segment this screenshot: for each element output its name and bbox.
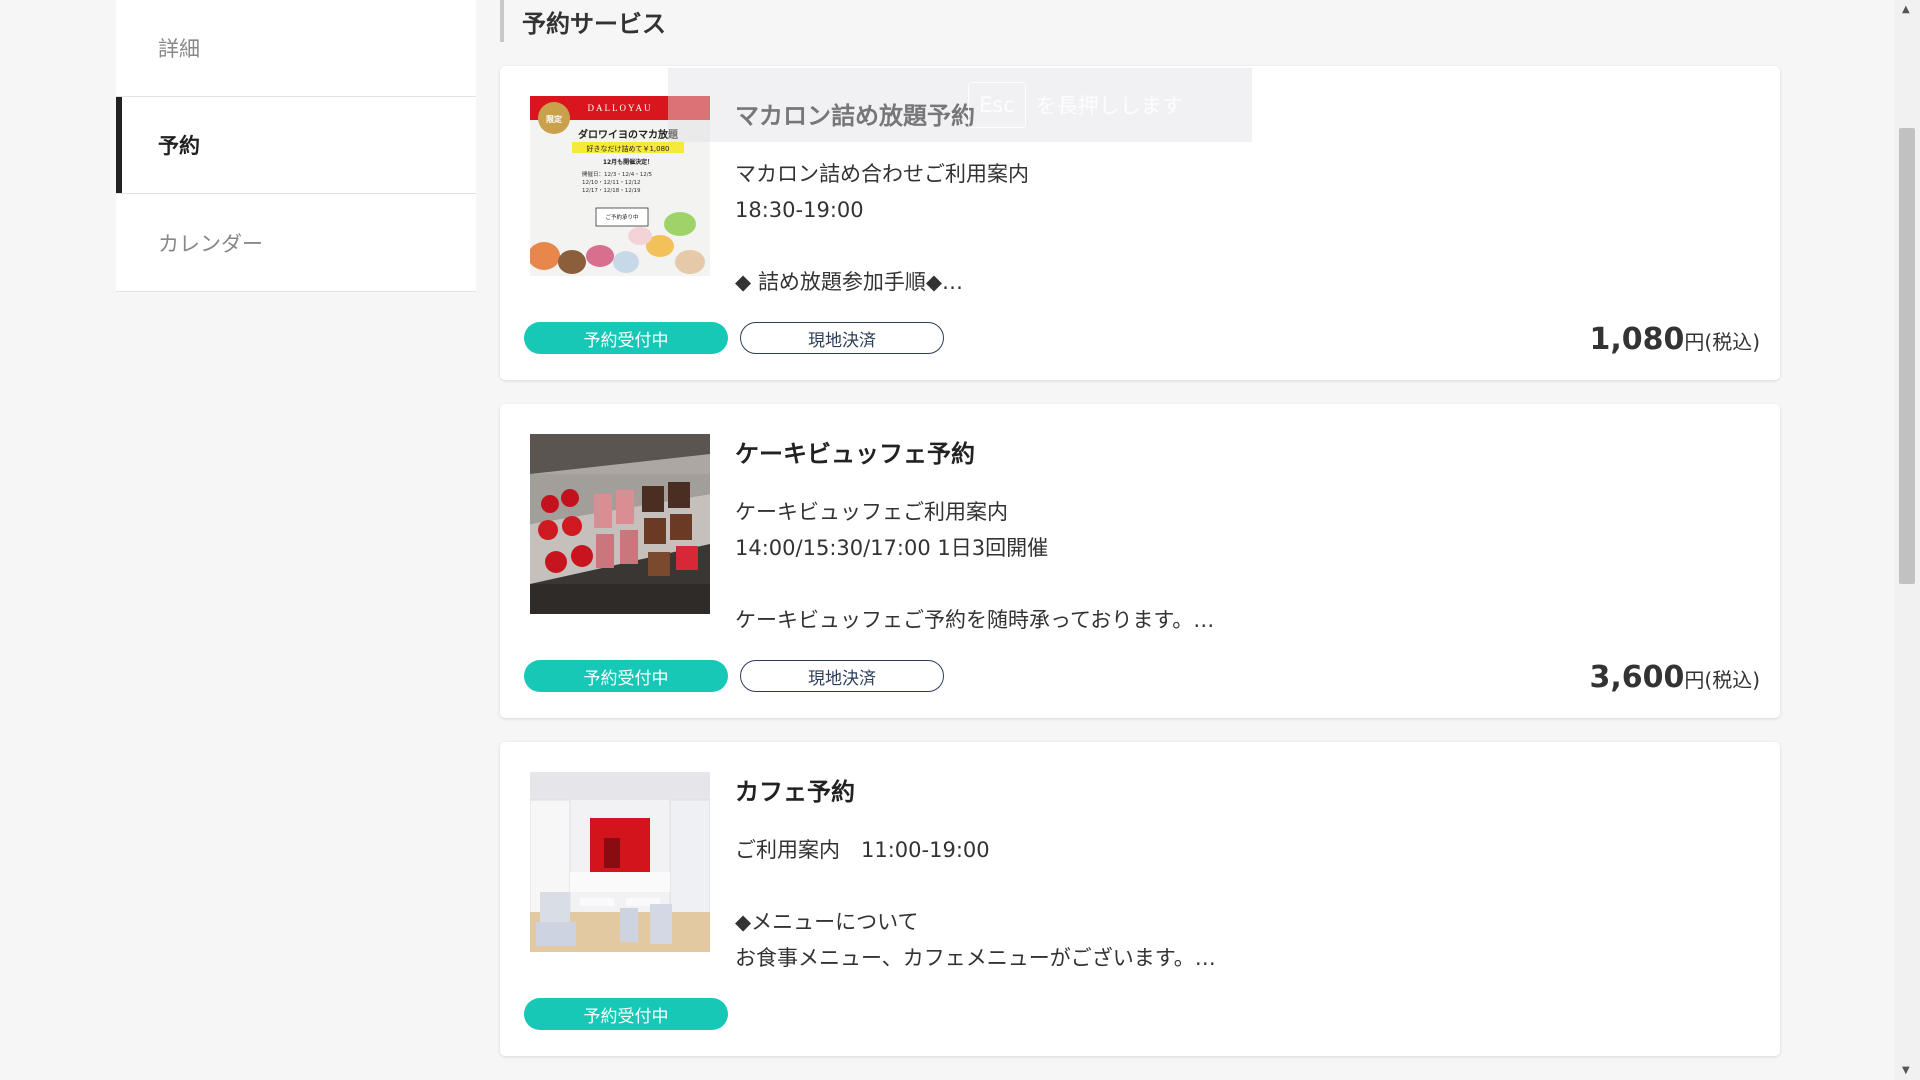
- service-thumbnail-cake-buffet[interactable]: [530, 434, 710, 614]
- flyer-brand: DALLOYAU: [588, 103, 653, 113]
- service-description: マカロン詰め合わせご利用案内 18:30-19:00 ◆ 詰め放題参加手順◆…: [735, 162, 1029, 294]
- service-description: ケーキビュッフェご利用案内 14:00/15:30/17:00 1日3回開催 ケ…: [735, 500, 1215, 632]
- price-unit: 円(税込): [1684, 668, 1760, 692]
- cake-showcase-image: [530, 434, 710, 614]
- scroll-up-arrow-icon[interactable]: ▲: [1902, 4, 1910, 15]
- sidebar-item-label: 詳細: [158, 37, 200, 61]
- flyer-button: ご予約承り中: [605, 213, 638, 221]
- scroll-down-arrow-icon[interactable]: ▼: [1902, 1065, 1910, 1076]
- sidebar-item-details[interactable]: 詳細: [116, 0, 476, 97]
- service-card-cake-buffet[interactable]: ケーキビュッフェ予約 ケーキビュッフェご利用案内 14:00/15:30/17:…: [500, 404, 1780, 718]
- cafe-interior-image: [530, 772, 710, 952]
- sidebar-nav: 詳細 予約 カレンダー: [116, 0, 476, 292]
- payment-badge: 現地決済: [740, 322, 944, 354]
- sidebar-item-calendar[interactable]: カレンダー: [116, 194, 476, 291]
- service-thumbnail-macaron[interactable]: DALLOYAU 限定 ダロワイヨのマカ放題 好きなだけ詰めて￥1,080 12…: [530, 96, 710, 276]
- service-title[interactable]: ケーキビュッフェ予約: [735, 434, 975, 469]
- flyer-sub: 好きなだけ詰めて￥1,080: [586, 144, 669, 153]
- status-badge: 予約受付中: [524, 660, 728, 692]
- sidebar-item-label: カレンダー: [158, 231, 263, 256]
- flyer-headline: ダロワイヨのマカ放題: [578, 128, 679, 141]
- badge-group: 予約受付中 現地決済: [524, 322, 944, 354]
- price-amount: 1,080: [1589, 322, 1685, 357]
- service-thumbnail-cafe[interactable]: [530, 772, 710, 952]
- badge-group: 予約受付中: [524, 998, 728, 1030]
- flyer-tag: 限定: [546, 114, 562, 124]
- macaron-flyer-image: DALLOYAU 限定 ダロワイヨのマカ放題 好きなだけ詰めて￥1,080 12…: [530, 96, 710, 276]
- payment-badge: 現地決済: [740, 660, 944, 692]
- service-title[interactable]: カフェ予約: [735, 772, 855, 807]
- badge-group: 予約受付中 現地決済: [524, 660, 944, 692]
- section-title: 予約サービス: [500, 0, 1780, 42]
- service-description: ご利用案内 11:00-19:00 ◆メニューについて お食事メニュー、カフェメ…: [735, 838, 1216, 970]
- service-card-macaron[interactable]: DALLOYAU 限定 ダロワイヨのマカ放題 好きなだけ詰めて￥1,080 12…: [500, 66, 1780, 380]
- page: 詳細 予約 カレンダー 予約サービス DALLOYAU 限定 ダロワイヨのマカ放…: [0, 0, 1920, 1080]
- status-badge: 予約受付中: [524, 998, 728, 1030]
- vertical-scrollbar[interactable]: ▲ ▼: [1894, 0, 1920, 1080]
- price-unit: 円(税込): [1684, 330, 1760, 354]
- flyer-date-note: 12月も開催決定！: [603, 158, 653, 166]
- price-amount: 3,600: [1589, 660, 1685, 695]
- main-content: 予約サービス DALLOYAU 限定 ダロワイヨのマカ放題 好きなだけ詰めて￥1…: [500, 0, 1780, 1056]
- service-card-cafe[interactable]: カフェ予約 ご利用案内 11:00-19:00 ◆メニューについて お食事メニュ…: [500, 742, 1780, 1056]
- service-title[interactable]: マカロン詰め放題予約: [735, 96, 975, 131]
- sidebar-item-reservation[interactable]: 予約: [116, 97, 476, 194]
- price: 1,080円(税込): [1589, 322, 1760, 357]
- sidebar-item-label: 予約: [158, 134, 200, 158]
- status-badge: 予約受付中: [524, 322, 728, 354]
- price: 3,600円(税込): [1589, 660, 1760, 695]
- scroll-thumb[interactable]: [1899, 128, 1915, 584]
